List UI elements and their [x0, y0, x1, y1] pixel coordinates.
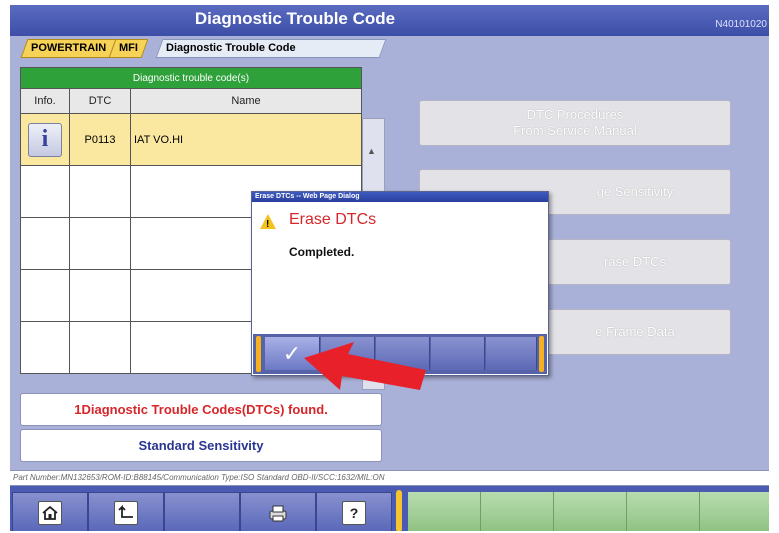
breadcrumb-mfi[interactable]: MFI — [108, 39, 149, 58]
home-icon — [38, 501, 62, 525]
function-button-5[interactable] — [700, 492, 769, 531]
bottom-toolbar: ? — [10, 486, 769, 531]
home-button[interactable] — [12, 492, 88, 531]
function-button-3[interactable] — [554, 492, 627, 531]
title-bar: Diagnostic Trouble Code N40101020 — [10, 5, 769, 36]
dialog-heading: Erase DTCs — [289, 211, 377, 228]
part-number-line: Part Number:MN132653/ROM-ID:B88145/Commu… — [10, 470, 769, 486]
dtc-procedures-button[interactable]: DTC Procedures From Service Manual — [419, 100, 731, 146]
info-cell: i — [20, 113, 70, 166]
screen-code: N40101020 — [715, 19, 767, 30]
dialog-message: Completed. — [289, 245, 355, 259]
breadcrumb-powertrain[interactable]: POWERTRAIN — [20, 39, 117, 58]
pointer-arrow-icon — [304, 342, 426, 390]
table-row[interactable]: i P0113 IAT VO.HI — [20, 113, 362, 166]
function-button-4[interactable] — [627, 492, 700, 531]
column-header-dtc: DTC — [69, 88, 131, 114]
scroll-up-icon[interactable]: ▲ — [367, 146, 376, 156]
dtc-name-cell: IAT VO.HI — [130, 113, 362, 166]
dialog-blank-button[interactable] — [431, 337, 485, 370]
window-title: Diagnostic Trouble Code — [194, 9, 396, 28]
dtc-table-caption: Diagnostic trouble code(s) — [20, 67, 362, 89]
column-header-name: Name — [130, 88, 362, 114]
back-arrow-icon — [114, 501, 138, 525]
dialog-blank-button[interactable] — [486, 337, 537, 370]
back-button[interactable] — [88, 492, 164, 531]
function-button-2[interactable] — [481, 492, 554, 531]
help-icon: ? — [342, 501, 366, 525]
breadcrumb: POWERTRAIN MFI Diagnostic Trouble Code — [10, 36, 769, 60]
app-window: Diagnostic Trouble Code N40101020 POWERT… — [10, 5, 769, 531]
breadcrumb-current: Diagnostic Trouble Code — [155, 39, 387, 58]
checkmark-icon: ✓ — [282, 340, 302, 366]
dialog-title: Erase DTCs -- Web Page Dialog — [252, 192, 548, 202]
printer-icon — [267, 502, 289, 524]
toolbar-separator — [396, 490, 402, 531]
column-header-info: Info. — [20, 88, 70, 114]
sensitivity-status: Standard Sensitivity — [20, 429, 382, 462]
toolbar-blank-button[interactable] — [164, 492, 240, 531]
help-button[interactable]: ? — [316, 492, 392, 531]
function-button-1[interactable] — [408, 492, 481, 531]
dtc-code-cell: P0113 — [69, 113, 131, 166]
print-button[interactable] — [240, 492, 316, 531]
info-icon[interactable]: i — [28, 122, 62, 157]
